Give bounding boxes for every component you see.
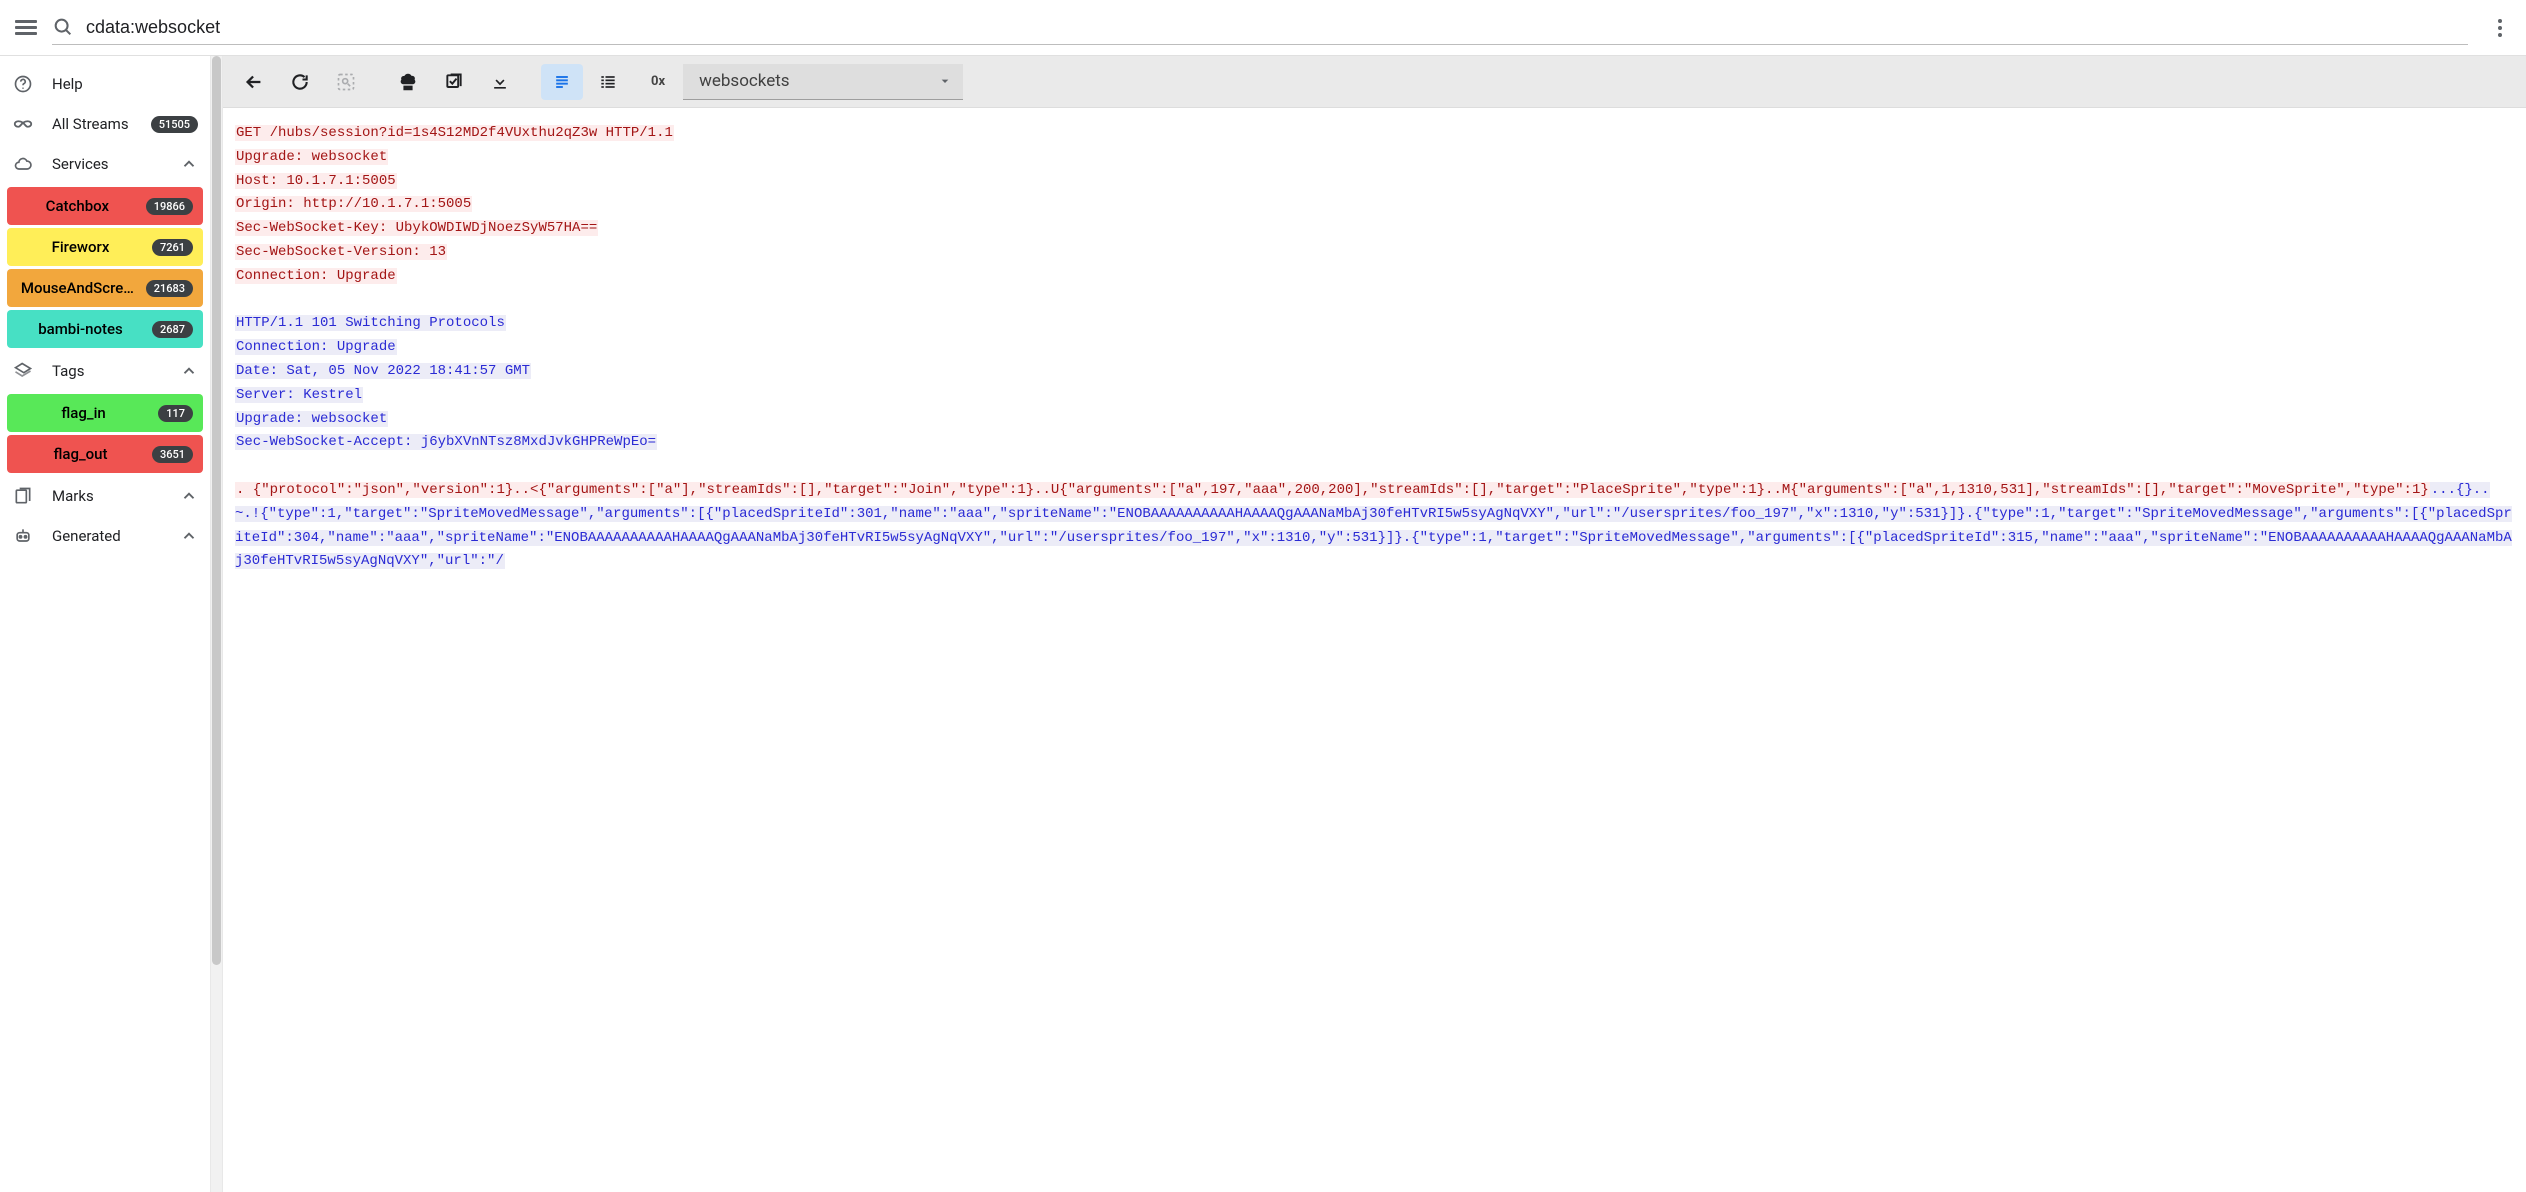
tags-icon xyxy=(12,360,34,382)
topbar xyxy=(0,0,2526,56)
download-button[interactable] xyxy=(479,64,521,100)
stream-content[interactable]: GET /hubs/session?id=1s4S12MD2f4VUxthu2q… xyxy=(223,108,2526,1192)
count-badge: 21683 xyxy=(146,280,193,297)
count-badge: 7261 xyxy=(152,239,193,256)
help-icon xyxy=(12,73,34,95)
search-icon xyxy=(52,16,74,38)
sidebar-header-label: Tags xyxy=(52,362,162,380)
refresh-button[interactable] xyxy=(279,64,321,100)
service-name: bambi-notes xyxy=(17,320,144,338)
http-response-block: HTTP/1.1 101 Switching ProtocolsConnecti… xyxy=(235,312,2514,455)
sidebar-header-label: Services xyxy=(52,155,162,173)
toolbar: 0x websockets xyxy=(223,56,2526,108)
sidebar-scrollbar[interactable] xyxy=(210,56,222,1192)
robot-icon xyxy=(12,525,34,547)
sidebar-header-generated[interactable]: Generated xyxy=(0,516,210,556)
search-input[interactable] xyxy=(86,17,2468,38)
tag-name: flag_out xyxy=(17,445,144,463)
chevron-up-icon xyxy=(180,362,198,380)
sidebar-tag-item[interactable]: flag_in 117 xyxy=(7,394,203,432)
chevron-up-icon xyxy=(180,487,198,505)
service-name: Catchbox xyxy=(17,197,138,215)
cyberchef-button[interactable] xyxy=(387,64,429,100)
back-button[interactable] xyxy=(233,64,275,100)
hex-view-button[interactable] xyxy=(587,64,629,100)
find-in-page-button xyxy=(325,64,367,100)
chevron-up-icon xyxy=(180,155,198,173)
infinity-icon xyxy=(12,113,34,135)
count-badge: 19866 xyxy=(146,198,193,215)
service-name: Fireworx xyxy=(17,238,144,256)
sidebar: Help All Streams 51505 Services xyxy=(0,56,210,1192)
sidebar-header-services[interactable]: Services xyxy=(0,144,210,184)
bookmarks-icon xyxy=(12,485,34,507)
http-request-block: GET /hubs/session?id=1s4S12MD2f4VUxthu2q… xyxy=(235,122,2514,289)
chevron-up-icon xyxy=(180,527,198,545)
websocket-stream-block: . {"protocol":"json","version":1}..<{"ar… xyxy=(235,479,2514,574)
overflow-menu-button[interactable] xyxy=(2488,16,2512,40)
tag-name: flag_in xyxy=(17,404,150,422)
sidebar-item-label: All Streams xyxy=(52,115,133,133)
sidebar-service-item[interactable]: Catchbox 19866 xyxy=(7,187,203,225)
sidebar-item-all-streams[interactable]: All Streams 51505 xyxy=(0,104,210,144)
text-view-button[interactable] xyxy=(541,64,583,100)
sidebar-service-item[interactable]: MouseAndScre… 21683 xyxy=(7,269,203,307)
menu-button[interactable] xyxy=(14,16,38,40)
count-badge: 51505 xyxy=(151,116,198,133)
count-badge: 117 xyxy=(158,405,193,422)
main-panel: 0x websockets GET /hubs/session?id=1s4S1… xyxy=(222,56,2526,1192)
converter-selector[interactable]: websockets xyxy=(683,64,963,100)
ws-outgoing-segment: . {"protocol":"json","version":1}..<{"ar… xyxy=(235,482,2430,498)
sidebar-header-marks[interactable]: Marks xyxy=(0,476,210,516)
sidebar-header-label: Generated xyxy=(52,527,162,545)
sidebar-service-item[interactable]: bambi-notes 2687 xyxy=(7,310,203,348)
ox-indicator: 0x xyxy=(651,74,665,89)
marks-button[interactable] xyxy=(433,64,475,100)
sidebar-tag-item[interactable]: flag_out 3651 xyxy=(7,435,203,473)
sidebar-header-tags[interactable]: Tags xyxy=(0,351,210,391)
converter-selector-value: websockets xyxy=(699,71,927,91)
sidebar-service-item[interactable]: Fireworx 7261 xyxy=(7,228,203,266)
chevron-down-icon xyxy=(937,73,953,89)
sidebar-header-label: Marks xyxy=(52,487,162,505)
count-badge: 2687 xyxy=(152,321,193,338)
cloud-icon xyxy=(12,153,34,175)
sidebar-item-help[interactable]: Help xyxy=(0,64,210,104)
sidebar-item-label: Help xyxy=(52,75,198,93)
count-badge: 3651 xyxy=(152,446,193,463)
service-name: MouseAndScre… xyxy=(17,279,138,297)
search-field-wrap xyxy=(52,10,2468,45)
